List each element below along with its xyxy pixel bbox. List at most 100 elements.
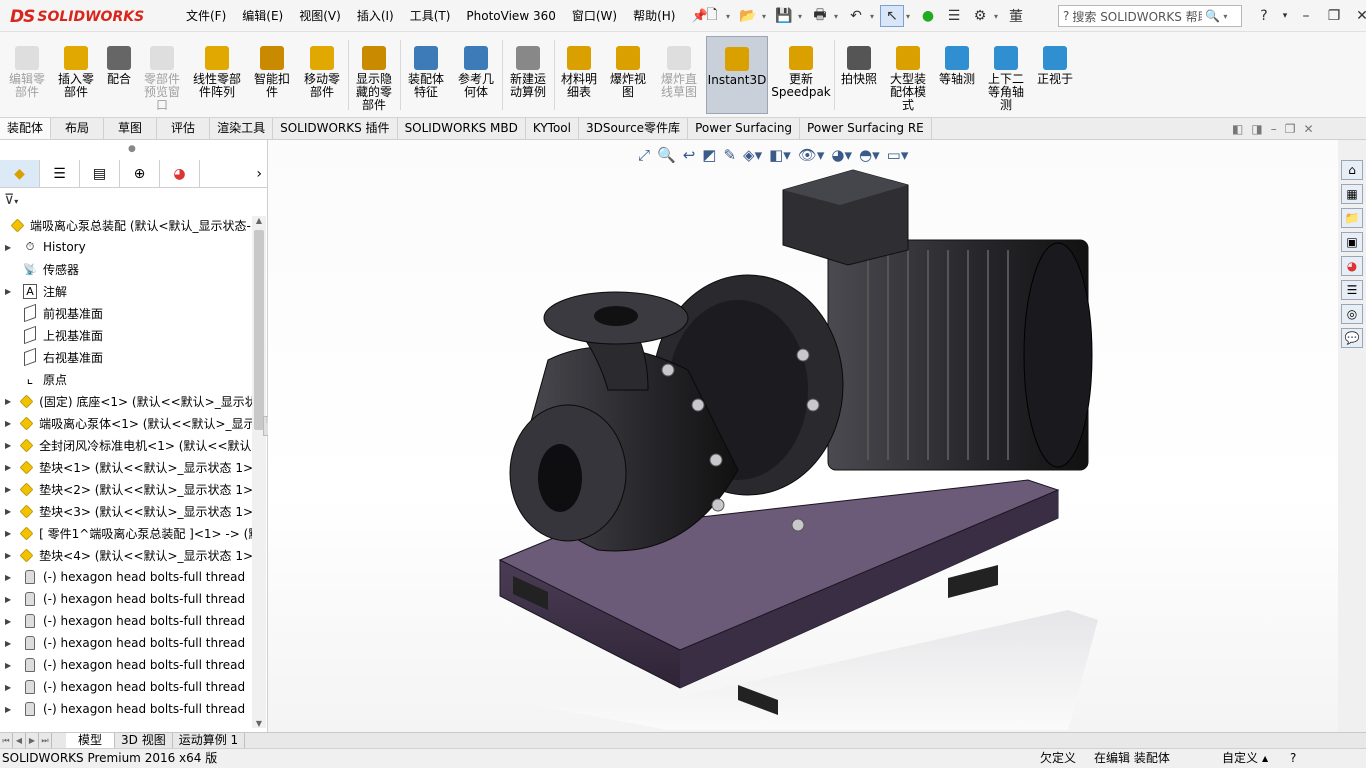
expand-arrow-icon[interactable]: ▶ (5, 683, 15, 692)
menu-insert[interactable]: 插入(I) (349, 0, 402, 32)
assembly-features-button[interactable]: 装配体 特征 (402, 36, 450, 114)
more-tabs-icon[interactable]: › (200, 160, 268, 187)
doc-minimize-icon[interactable]: – (1271, 122, 1277, 136)
expand-arrow-icon[interactable]: ▶ (5, 507, 11, 516)
tree-scrollbar[interactable]: ▲ ▼ (252, 216, 266, 728)
expand-arrow-icon[interactable]: ▶ (5, 441, 11, 450)
units-caret-icon[interactable]: ▲ (1262, 749, 1268, 768)
configuration-manager-tab-icon[interactable]: ▤ (80, 160, 120, 187)
expand-arrow-icon[interactable]: ▶ (5, 595, 15, 604)
move-component-button[interactable]: 移动零 部件 (298, 36, 346, 114)
options-caret-icon[interactable]: ▾ (994, 12, 1002, 21)
file-properties-icon[interactable]: ☰ (942, 5, 966, 27)
view-palette-icon[interactable]: ▣ (1341, 232, 1363, 252)
mate-button[interactable]: 配合 (102, 36, 136, 114)
menu-edit[interactable]: 编辑(E) (234, 0, 291, 32)
scroll-down-icon[interactable]: ▼ (252, 719, 266, 728)
print-icon[interactable]: 🖶 (808, 5, 832, 27)
tab-power-surfacing[interactable]: Power Surfacing (688, 118, 801, 139)
file-explorer-icon[interactable]: 📁 (1341, 208, 1363, 228)
smart-fasteners-button[interactable]: 智能扣 件 (248, 36, 296, 114)
undo-caret-icon[interactable]: ▾ (870, 12, 878, 21)
expand-arrow-icon[interactable]: ▶ (5, 705, 15, 714)
tab-assembly[interactable]: 装配体 (0, 118, 52, 139)
print-caret-icon[interactable]: ▾ (834, 12, 842, 21)
close-icon[interactable]: ✕ (1348, 8, 1366, 24)
tree-node[interactable]: ▶ (-) hexagon head bolts-full thread (0, 610, 252, 632)
snapshot-button[interactable]: 拍快照 (836, 36, 882, 114)
rebuild-traffic-light-icon[interactable]: ● (916, 5, 940, 27)
tab-solidworks-mbd[interactable]: SOLIDWORKS MBD (398, 118, 526, 139)
custom-properties-icon[interactable]: ☰ (1341, 280, 1363, 300)
first-tab-icon[interactable]: ⏮ (0, 733, 13, 748)
expand-arrow-icon[interactable]: ▶ (5, 617, 15, 626)
graphics-area[interactable]: ⤢ 🔍 ↩ ◩ ✎ ◈▾ ◧▾ 👁▾ ◕▾ ◓▾ ▭▾ (268, 140, 1338, 732)
tab-motion-study[interactable]: 运动算例 1 (173, 733, 246, 748)
tab-sketch[interactable]: 草图 (104, 118, 158, 139)
menu-window[interactable]: 窗口(W) (564, 0, 625, 32)
doc-restore-icon[interactable]: ❐ (1285, 122, 1296, 136)
tab-model[interactable]: 模型 (66, 733, 116, 748)
search-icon[interactable]: 🔍 (1205, 9, 1220, 23)
help-caret-icon[interactable]: ▾ (1278, 11, 1292, 21)
scroll-up-icon[interactable]: ▲ (252, 216, 266, 225)
menu-photoview[interactable]: PhotoView 360 (458, 0, 563, 32)
design-library-icon[interactable]: ▦ (1341, 184, 1363, 204)
tree-node[interactable]: ▶ (-) hexagon head bolts-full thread (0, 676, 252, 698)
display-manager-tab-icon[interactable]: ◕ (160, 160, 200, 187)
normal-to-button[interactable]: 正视于 (1032, 36, 1078, 114)
tree-node[interactable]: ▶ 垫块<4> (默认<<默认>_显示状态 1>) (0, 544, 252, 566)
tree-node[interactable]: ▶ 垫块<1> (默认<<默认>_显示状态 1>) (0, 456, 252, 478)
menu-tools[interactable]: 工具(T) (402, 0, 459, 32)
tree-node[interactable]: ▶ (-) hexagon head bolts-full thread (0, 588, 252, 610)
forum-icon[interactable]: 💬 (1341, 328, 1363, 348)
tree-node[interactable]: ▶ 垫块<2> (默认<<默认>_显示状态 1>) (0, 478, 252, 500)
save-icon[interactable]: 💾 (772, 5, 796, 27)
doc-next-icon[interactable]: ◨ (1251, 122, 1262, 136)
scroll-thumb[interactable] (254, 230, 264, 430)
feature-manager-tab-icon[interactable]: ◆ (0, 160, 40, 187)
tree-node[interactable]: ▶ [ 零件1^端吸离心泵总装配 ]<1> -> (默认) (0, 522, 252, 544)
status-question-icon[interactable]: ? (1290, 749, 1296, 768)
tab-solidworks-addins[interactable]: SOLIDWORKS 插件 (273, 118, 398, 139)
undo-icon[interactable]: ↶ (844, 5, 868, 27)
appearances-icon[interactable]: ◕ (1341, 256, 1363, 276)
solidworks-resources-icon[interactable]: ◎ (1341, 304, 1363, 324)
tree-node[interactable]: 右视基准面 (0, 346, 252, 368)
motion-study-button[interactable]: 新建运 动算例 (504, 36, 552, 114)
expand-arrow-icon[interactable]: ▶ (5, 573, 15, 582)
expand-arrow-icon[interactable]: ▶ (5, 529, 11, 538)
user-name[interactable]: 董 (1004, 5, 1028, 27)
expand-arrow-icon[interactable]: ▶ (5, 551, 11, 560)
options-gear-icon[interactable]: ⚙ (968, 5, 992, 27)
search-caret-icon[interactable]: ▾ (1223, 12, 1231, 21)
tree-node[interactable]: ▶ 垫块<3> (默认<<默认>_显示状态 1>) (0, 500, 252, 522)
expand-arrow-icon[interactable]: ▶ (5, 661, 15, 670)
expand-arrow-icon[interactable]: ▶ (5, 419, 11, 428)
status-custom-units[interactable]: 自定义 (1222, 749, 1258, 768)
next-tab-icon[interactable]: ▶ (26, 733, 39, 748)
insert-components-button[interactable]: 插入零 部件 (52, 36, 100, 114)
tab-power-surfacing-re[interactable]: Power Surfacing RE (800, 118, 932, 139)
pump-assembly-model[interactable] (268, 140, 1338, 732)
exploded-view-button[interactable]: 爆炸视 图 (604, 36, 652, 114)
isometric-button[interactable]: 等轴测 (934, 36, 980, 114)
prev-tab-icon[interactable]: ◀ (13, 733, 26, 748)
tree-node[interactable]: ▶ A 注解 (0, 280, 252, 302)
open-caret-icon[interactable]: ▾ (762, 12, 770, 21)
speedpak-button[interactable]: 更新 Speedpak (770, 36, 832, 114)
tree-node[interactable]: ▶ (-) hexagon head bolts-full thread (0, 566, 252, 588)
doc-close-icon[interactable]: ✕ (1303, 122, 1313, 136)
tab-kytool[interactable]: KYTool (526, 118, 579, 139)
open-folder-icon[interactable]: 📂 (736, 5, 760, 27)
solidworks-logo[interactable]: DS SOLIDWORKS (10, 5, 155, 29)
preview-window-button[interactable]: 零部件 预览窗 口 (138, 36, 186, 114)
tree-node[interactable]: 前视基准面 (0, 302, 252, 324)
select-caret-icon[interactable]: ▾ (906, 12, 914, 21)
menu-file[interactable]: 文件(F) (178, 0, 234, 32)
tab-3dsource[interactable]: 3DSource零件库 (579, 118, 689, 139)
tree-node[interactable]: ▶ 端吸离心泵体<1> (默认<<默认>_显示状态 1>) (0, 412, 252, 434)
edit-part-button[interactable]: 编辑零 部件 (4, 36, 50, 114)
dimetric-button[interactable]: 上下二 等角轴 测 (982, 36, 1030, 114)
bom-button[interactable]: 材料明 细表 (556, 36, 602, 114)
